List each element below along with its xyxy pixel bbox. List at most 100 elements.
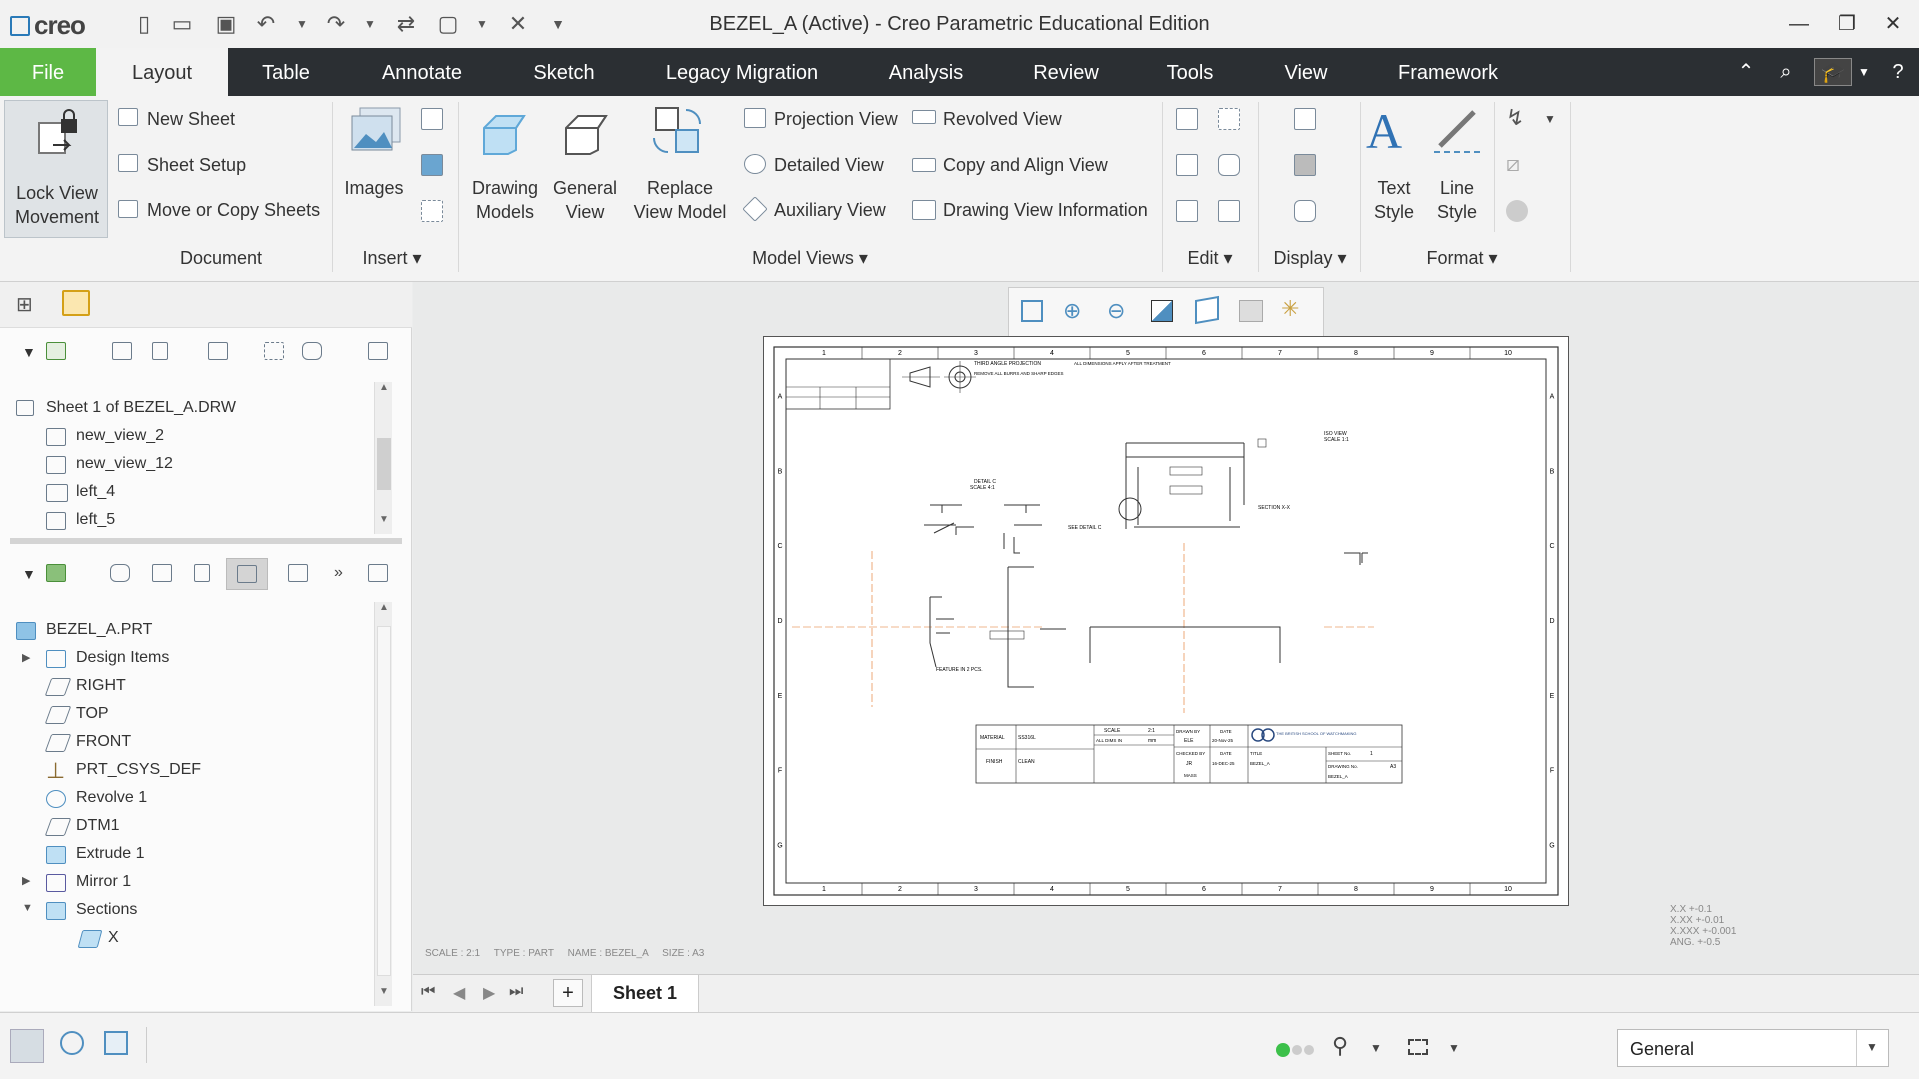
tab-legacy-migration[interactable]: Legacy Migration: [652, 48, 832, 96]
repaint-icon[interactable]: [1151, 300, 1173, 322]
next-sheet-icon[interactable]: ▶: [483, 983, 495, 1003]
tab-framework[interactable]: Framework: [1386, 48, 1510, 96]
tab-review[interactable]: Review: [1016, 48, 1116, 96]
model-views-group-label[interactable]: Model Views ▾: [460, 248, 1160, 269]
lock-view-movement-button[interactable]: Lock View Movement: [4, 100, 108, 238]
tab-file[interactable]: File: [0, 48, 96, 96]
find-dropdown-icon[interactable]: ▼: [1370, 1041, 1382, 1055]
scroll-up-icon[interactable]: ▲: [375, 602, 393, 622]
tree-part-root[interactable]: BEZEL_A.PRT: [46, 621, 152, 639]
sheet-setup-button[interactable]: Sheet Setup: [147, 155, 246, 176]
tree-view-item[interactable]: new_view_2: [76, 427, 164, 445]
new-sheet-button[interactable]: New Sheet: [147, 109, 235, 130]
selection-filter-select[interactable]: General ▼: [1617, 1029, 1889, 1067]
copy-align-view-button[interactable]: Copy and Align View: [943, 155, 1108, 176]
education-icon[interactable]: 🎓: [1814, 58, 1852, 86]
last-sheet-icon[interactable]: ⏭: [509, 983, 523, 1001]
revolved-view-button[interactable]: Revolved View: [943, 109, 1062, 130]
drawing-tree-icon[interactable]: [46, 342, 66, 360]
navigator-toggle-icon[interactable]: [10, 1029, 44, 1063]
tree-options-icon[interactable]: [368, 564, 388, 582]
prev-sheet-icon[interactable]: ◀: [453, 983, 465, 1003]
panel-splitter[interactable]: [10, 538, 402, 544]
auxiliary-view-button[interactable]: Auxiliary View: [774, 200, 886, 221]
display-group-label[interactable]: Display ▾: [1260, 248, 1360, 269]
drawing-view-info-button[interactable]: Drawing View Information: [943, 200, 1148, 221]
move-copy-sheets-button[interactable]: Move or Copy Sheets: [147, 200, 320, 221]
tab-analysis[interactable]: Analysis: [870, 48, 982, 96]
drawing-models-label-1[interactable]: Drawing: [466, 176, 544, 200]
tree-crop-icon[interactable]: [264, 342, 284, 360]
collapse-icon[interactable]: ▼: [22, 902, 33, 914]
arrow-style-dropdown-icon[interactable]: ▼: [1544, 112, 1556, 126]
edit-crop-icon[interactable]: [1218, 108, 1240, 130]
scroll-down-icon[interactable]: ▼: [375, 514, 393, 534]
tree-sheet[interactable]: Sheet 1 of BEZEL_A.DRW: [46, 399, 236, 417]
tab-annotate[interactable]: Annotate: [366, 48, 478, 96]
model-tree-collapse-icon[interactable]: ▼: [22, 566, 36, 582]
edit-view-icon[interactable]: [1176, 154, 1198, 176]
format-group-label[interactable]: Format ▾: [1362, 248, 1562, 269]
tree-dtm1[interactable]: DTM1: [76, 817, 120, 835]
insert-group-label[interactable]: Insert ▾: [340, 248, 444, 269]
general-view-label-1[interactable]: General: [548, 176, 622, 200]
refit-icon[interactable]: [1021, 300, 1043, 322]
tree-view-item[interactable]: new_view_12: [76, 455, 173, 473]
find-icon[interactable]: ⚲: [1332, 1033, 1348, 1059]
add-sheet-button[interactable]: +: [553, 979, 583, 1007]
minimize-icon[interactable]: —: [1784, 10, 1814, 38]
orientation-icon[interactable]: [1195, 295, 1219, 325]
line-style-label-1[interactable]: Line: [1426, 176, 1488, 200]
tab-table[interactable]: Table: [236, 48, 336, 96]
display-edge-icon[interactable]: [1294, 200, 1316, 222]
layers-tab-icon[interactable]: [62, 290, 90, 316]
tree-view-item[interactable]: left_4: [76, 483, 115, 501]
text-style-label-1[interactable]: Text: [1364, 176, 1424, 200]
first-sheet-icon[interactable]: ⏮: [421, 983, 435, 1001]
tree-csys[interactable]: PRT_CSYS_DEF: [76, 761, 201, 779]
collapse-ribbon-icon[interactable]: ⌃: [1732, 58, 1760, 86]
display-hidden-icon[interactable]: [1294, 108, 1316, 130]
model-tree-icon[interactable]: [46, 564, 66, 582]
drawing-sheet[interactable]: 1 1 2 2 3 3 4 4 5 5 6 6 7 7 8 8 9 9 10 10 A A B B C C D D E E F F G G THI…: [763, 336, 1569, 906]
hatch-icon[interactable]: ⧄: [1506, 153, 1528, 176]
line-style-label-2[interactable]: Style: [1426, 200, 1488, 224]
education-dropdown-icon[interactable]: ▼: [1850, 58, 1878, 86]
scrollbar-thumb[interactable]: [377, 438, 391, 490]
tree-filter-icon[interactable]: [152, 564, 172, 582]
detailed-view-button[interactable]: Detailed View: [774, 155, 884, 176]
tree-section-x[interactable]: X: [108, 929, 119, 947]
table-view-button[interactable]: [226, 558, 268, 590]
model-tree-tab-icon[interactable]: ⊞: [16, 292, 33, 317]
tree-revolve[interactable]: Revolve 1: [76, 789, 147, 807]
help-icon[interactable]: ?: [1884, 58, 1912, 86]
images-button[interactable]: Images: [338, 176, 410, 200]
drawing-models-label-2[interactable]: Models: [466, 200, 544, 224]
annotation-display-icon[interactable]: ✳: [1281, 296, 1299, 322]
tree-sections[interactable]: Sections: [76, 901, 137, 919]
tree-datum-top[interactable]: TOP: [76, 705, 109, 723]
full-screen-icon[interactable]: [104, 1031, 128, 1055]
tree-options-icon[interactable]: [368, 342, 388, 360]
expand-icon[interactable]: ▶: [22, 651, 30, 664]
display-shaded-icon[interactable]: [1294, 154, 1316, 176]
zoom-in-icon[interactable]: ⊕: [1063, 298, 1081, 324]
insert-image-icon[interactable]: [421, 154, 443, 176]
restore-icon[interactable]: ❐: [1832, 10, 1862, 38]
edit-move-icon[interactable]: [1218, 200, 1240, 222]
tab-sketch[interactable]: Sketch: [514, 48, 614, 96]
scroll-up-icon[interactable]: ▲: [375, 382, 393, 402]
tree-extrude[interactable]: Extrude 1: [76, 845, 144, 863]
drawing-tree-scrollbar[interactable]: ▲ ▼: [374, 382, 392, 534]
edit-align-icon[interactable]: [1176, 200, 1198, 222]
selection-dropdown-icon[interactable]: ▼: [1448, 1041, 1460, 1055]
text-style-label-2[interactable]: Style: [1364, 200, 1424, 224]
tab-view[interactable]: View: [1256, 48, 1356, 96]
edit-group-label[interactable]: Edit ▾: [1164, 248, 1256, 269]
tree-view-item[interactable]: left_5: [76, 511, 115, 529]
arrow-style-icon[interactable]: ↯: [1506, 107, 1528, 130]
insert-object-icon[interactable]: [421, 108, 443, 130]
model-shape-icon[interactable]: [110, 564, 130, 582]
model-tree-scrollbar[interactable]: ▲ ▼: [374, 602, 392, 1006]
tree-columns-icon[interactable]: [194, 564, 210, 582]
